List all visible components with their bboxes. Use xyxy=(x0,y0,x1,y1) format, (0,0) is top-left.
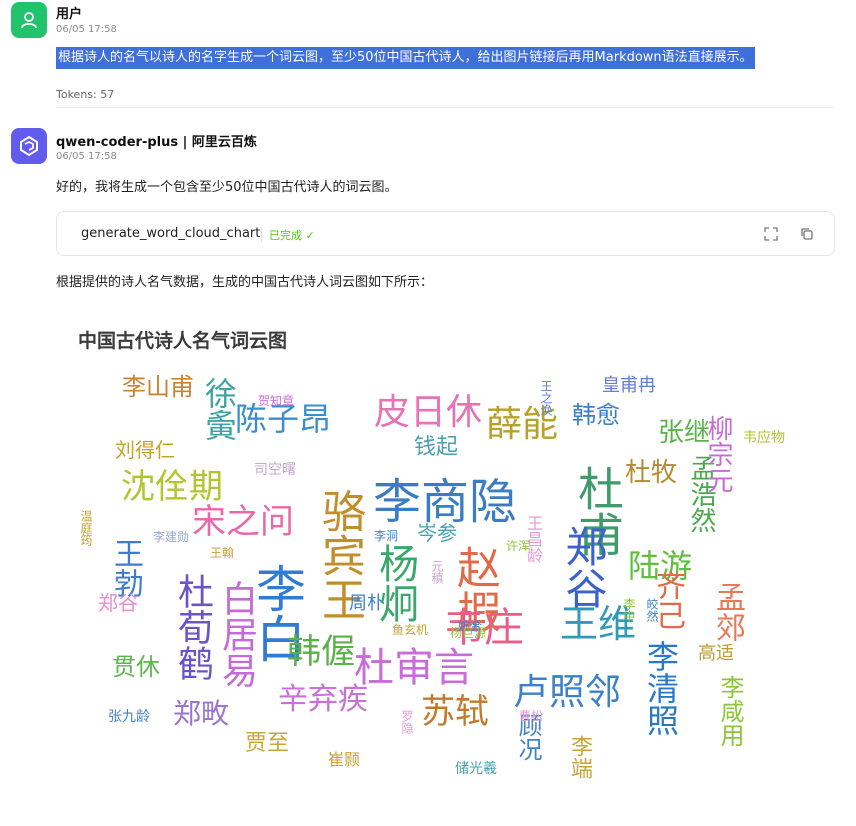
copy-button[interactable] xyxy=(799,226,815,242)
word-cloud-term: 韩偓 xyxy=(287,632,355,672)
word-cloud-term: 韦应物 xyxy=(743,430,785,446)
bot-reply-result: 根据提供的诗人名气数据，生成的中国古代诗人词云图如下所示： xyxy=(56,275,434,290)
bot-timestamp: 06/05 17:58 xyxy=(56,151,117,162)
word-cloud-term: 杜牧 xyxy=(625,458,678,488)
word-cloud-term: 曹松 xyxy=(519,709,544,723)
word-cloud-term: 皮日休 xyxy=(374,392,483,433)
word-cloud-term: 李中 xyxy=(622,598,636,622)
word-cloud-term: 鱼玄机 xyxy=(392,623,429,637)
copy-icon xyxy=(801,228,813,240)
word-cloud: 李商隐 杜甫 李白 骆宾王 赵嘏 郑谷 杜审言 韦庄 王维 白居易 杨炯 卢照邻 杜荀鹤 韩偓 皮日休 薛能陈… xyxy=(70,355,790,815)
word-cloud-term: 李洞 xyxy=(374,529,399,543)
tool-status: 已完成 ✓ xyxy=(269,229,315,242)
word-cloud-term: 李商隐 xyxy=(373,474,518,530)
word-cloud-term: 元稹 xyxy=(430,560,444,584)
word-cloud-term: 周朴 xyxy=(349,593,385,614)
word-cloud-term: 崔颢 xyxy=(328,750,361,769)
word-cloud-term: 卢照邻 xyxy=(513,672,622,713)
word-cloud-term: 杜审言 xyxy=(354,645,474,691)
word-cloud-term: 杜荀鹤 xyxy=(172,573,213,681)
user-icon xyxy=(21,12,37,29)
word-cloud-term: 司空曙 xyxy=(254,462,296,478)
word-cloud-term: 王之涣 xyxy=(539,380,553,416)
word-cloud-term: 贺知章 xyxy=(258,394,295,408)
word-cloud-term: 温庭筠 xyxy=(79,510,93,546)
word-cloud-term: 王翰 xyxy=(210,546,235,560)
word-cloud-term: 徐夤 xyxy=(200,377,238,441)
word-cloud-term: 贯休 xyxy=(112,653,160,681)
word-cloud-term: 白居易 xyxy=(216,580,257,688)
word-cloud-term: 孟郊 xyxy=(710,582,745,642)
word-cloud-term: 李端 xyxy=(567,735,592,779)
bot-reply-intro: 好的，我将生成一个包含至少50位中国古代诗人的词云图。 xyxy=(56,180,398,195)
word-cloud-term: 高适 xyxy=(698,643,734,664)
word-cloud-term: 皇甫冉 xyxy=(602,375,656,396)
user-timestamp: 06/05 17:58 xyxy=(56,24,117,35)
word-cloud-term: 李山甫 xyxy=(122,373,194,401)
user-message[interactable]: 根据诗人的名气以诗人的名字生成一个词云图，至少50位中国古代诗人，给出图片链接后… xyxy=(56,47,755,69)
word-cloud-term: 郑谷 xyxy=(98,591,138,615)
word-cloud-term: 刘得仁 xyxy=(115,438,175,462)
message-divider xyxy=(56,107,834,108)
user-avatar xyxy=(11,2,47,38)
word-cloud-term: 李咸用 xyxy=(716,675,744,747)
expand-icon xyxy=(764,227,778,241)
word-cloud-term: 皎然 xyxy=(645,598,659,622)
fullscreen-button[interactable] xyxy=(763,226,779,242)
word-cloud-term: 罗隐 xyxy=(400,710,414,734)
word-cloud-term: 郑畋 xyxy=(173,697,230,730)
word-cloud-term: 王勃 xyxy=(108,538,143,598)
word-cloud-term: 储光羲 xyxy=(455,761,497,777)
bot-avatar xyxy=(11,128,47,164)
chart-title: 中国古代诗人名气词云图 xyxy=(78,330,288,352)
word-cloud-term: 贾至 xyxy=(245,731,290,756)
word-cloud-term: 杨巨源 xyxy=(450,626,487,640)
word-cloud-term: 韩愈 xyxy=(572,401,620,429)
word-cloud-term: 许浑 xyxy=(506,539,531,553)
user-name: 用户 xyxy=(56,7,83,22)
word-cloud-term: 李建勋 xyxy=(153,530,190,544)
word-cloud-term: 苏轼 xyxy=(421,692,489,732)
word-cloud-term: 沈佺期 xyxy=(121,467,223,507)
tool-call-card[interactable]: generate_word_cloud_chart 已完成 ✓ xyxy=(56,211,835,256)
word-cloud-term: 张九龄 xyxy=(108,709,150,725)
word-cloud-term: 岑参 xyxy=(417,521,457,545)
word-cloud-term: 张继 xyxy=(658,418,711,448)
word-cloud-term: 辛弃疾 xyxy=(278,682,368,717)
word-cloud-term: 宋之问 xyxy=(192,502,294,542)
tool-name: generate_word_cloud_chart xyxy=(81,226,261,241)
token-count: Tokens: 57 xyxy=(56,88,115,101)
word-cloud-term: 郑谷 xyxy=(559,525,608,609)
word-cloud-term: 钱起 xyxy=(414,435,459,460)
qwen-logo-icon xyxy=(20,135,38,157)
word-cloud-term: 李清照 xyxy=(642,640,680,736)
bot-name: qwen-coder-plus | 阿里云百炼 xyxy=(56,135,257,150)
tool-separator xyxy=(261,227,262,242)
